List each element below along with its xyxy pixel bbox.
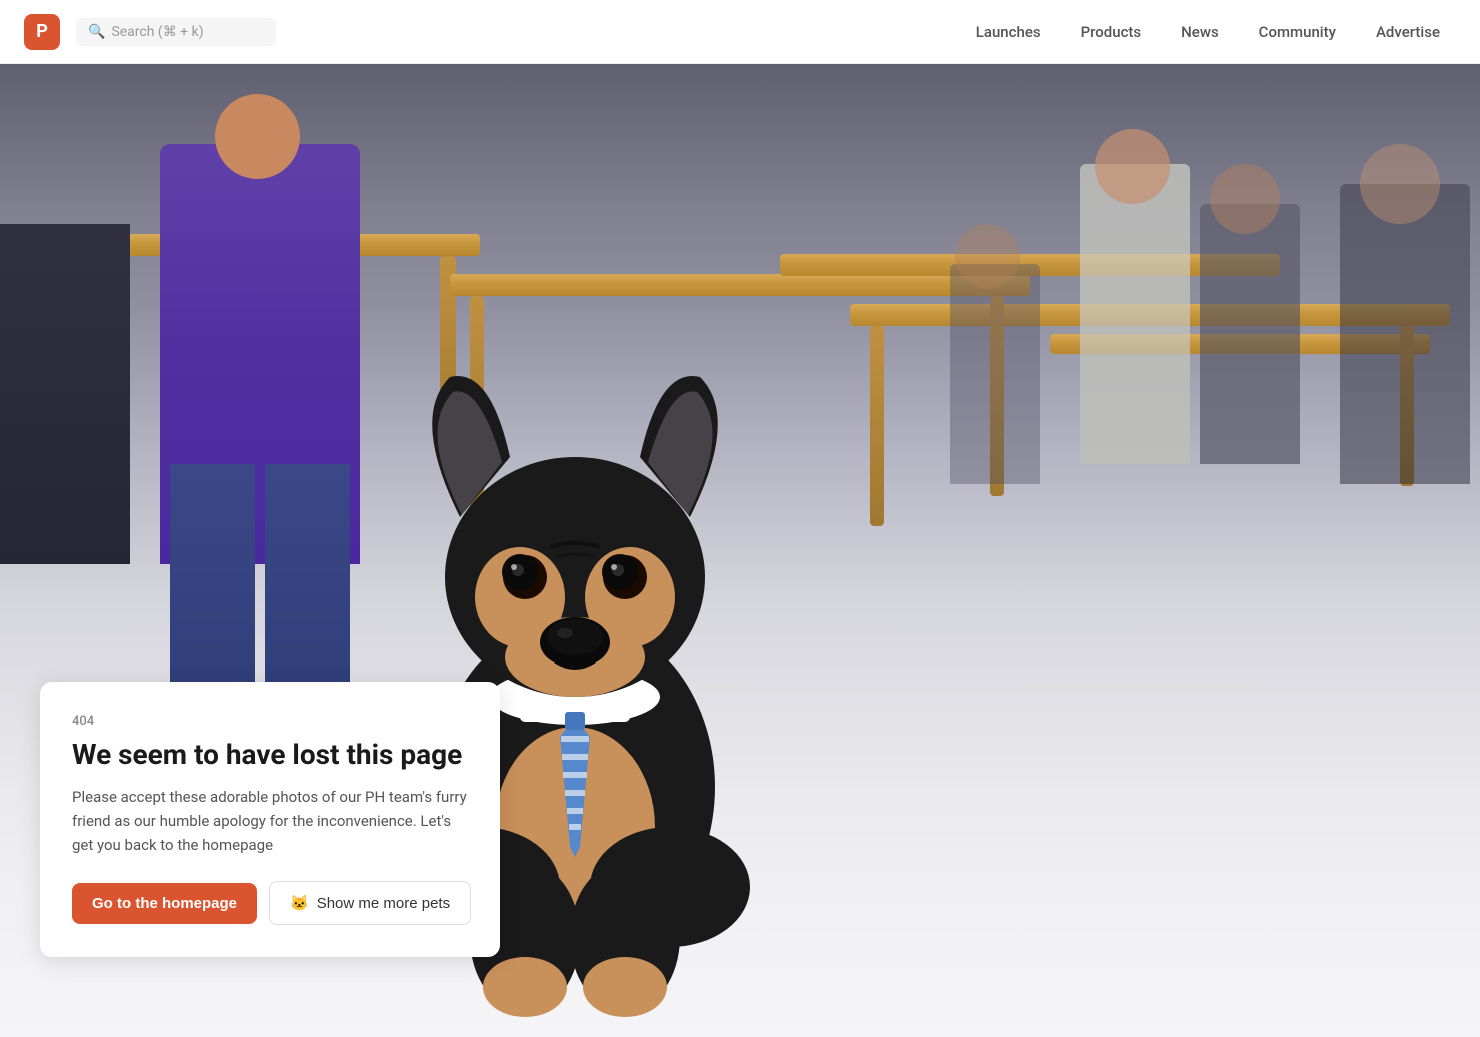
person-5-head [1360, 144, 1440, 224]
nav-item-products[interactable]: Products [1065, 15, 1158, 49]
nav-item-advertise[interactable]: Advertise [1360, 15, 1456, 49]
bg-person-1 [950, 264, 1040, 484]
logo[interactable]: P [24, 14, 60, 50]
pets-emoji: 🐱 [290, 894, 309, 912]
search-icon: 🔍 [88, 24, 105, 40]
action-buttons: Go to the homepage 🐱 Show me more pets [72, 881, 468, 925]
person-3-torso [1080, 164, 1190, 464]
go-homepage-button[interactable]: Go to the homepage [72, 883, 257, 924]
person-4-torso [1200, 204, 1300, 464]
search-box[interactable]: 🔍 Search (⌘ + k) [76, 18, 276, 46]
show-more-pets-button[interactable]: 🐱 Show me more pets [269, 881, 471, 925]
error-title: We seem to have lost this page [72, 737, 468, 773]
nav-item-launches[interactable]: Launches [960, 15, 1057, 49]
store-table-2 [450, 274, 1030, 296]
header: P 🔍 Search (⌘ + k) Launches Products New… [0, 0, 1480, 64]
bg-person-1-head [955, 224, 1020, 289]
nav-item-community[interactable]: Community [1243, 15, 1352, 49]
search-placeholder-text: Search (⌘ + k) [111, 24, 203, 40]
person-2-torso [0, 224, 130, 564]
show-more-pets-label: Show me more pets [317, 895, 450, 912]
error-code: 404 [72, 714, 468, 729]
person-1-head [215, 94, 300, 179]
person-5-torso [1340, 184, 1470, 484]
error-card: 404 We seem to have lost this page Pleas… [40, 682, 500, 957]
person-4-head [1210, 164, 1280, 234]
logo-letter: P [36, 21, 48, 42]
nav-item-news[interactable]: News [1165, 15, 1235, 49]
error-description: Please accept these adorable photos of o… [72, 785, 468, 857]
table-leg-3a [870, 326, 884, 526]
person-3-head [1095, 129, 1170, 204]
main-nav: Launches Products News Community Adverti… [960, 15, 1456, 49]
